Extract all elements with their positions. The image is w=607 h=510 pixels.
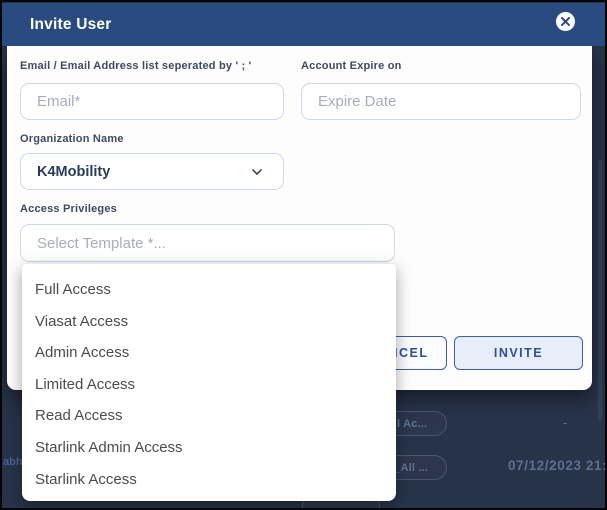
dialog-header: Invite User	[2, 3, 605, 46]
dropdown-option-limited-access[interactable]: Limited Access	[22, 369, 396, 401]
access-template-dropdown: Full AccessViasat AccessAdmin AccessLimi…	[22, 264, 396, 501]
account-expire-label: Account Expire on	[301, 60, 402, 72]
email-input[interactable]	[20, 83, 284, 120]
access-field-wrap	[20, 224, 395, 262]
organization-select[interactable]: K4Mobility	[20, 153, 284, 190]
email-label: Email / Email Address list seperated by …	[20, 60, 251, 72]
dropdown-option-starlink-admin-access[interactable]: Starlink Admin Access	[22, 432, 396, 464]
chevron-down-icon	[249, 164, 265, 180]
dropdown-option-full-access[interactable]: Full Access	[22, 274, 396, 306]
dropdown-option-admin-access[interactable]: Admin Access	[22, 337, 396, 369]
access-template-input[interactable]	[20, 224, 395, 262]
organization-label: Organization Name	[20, 133, 124, 145]
access-privileges-label: Access Privileges	[20, 203, 117, 215]
expire-field-wrap	[301, 83, 581, 120]
background-empty-value: -	[563, 415, 567, 430]
dropdown-option-read-access[interactable]: Read Access	[22, 400, 396, 432]
screenshot-root: a-Full Ac... - cess_All ... 07/12/2023 2…	[0, 0, 607, 510]
invite-button[interactable]: INVITE	[454, 336, 583, 370]
background-email-fragment: abh	[3, 456, 23, 468]
background-scrollbar	[598, 160, 602, 420]
dialog-title: Invite User	[30, 16, 111, 34]
email-field-wrap	[20, 83, 284, 120]
close-button[interactable]	[556, 12, 575, 31]
organization-value: K4Mobility	[37, 164, 110, 180]
expire-date-input[interactable]	[301, 83, 581, 120]
dropdown-option-viasat-access[interactable]: Viasat Access	[22, 306, 396, 338]
dropdown-option-starlink-access[interactable]: Starlink Access	[22, 464, 396, 496]
background-timestamp: 07/12/2023 21:5	[508, 458, 607, 473]
close-icon	[561, 17, 570, 26]
